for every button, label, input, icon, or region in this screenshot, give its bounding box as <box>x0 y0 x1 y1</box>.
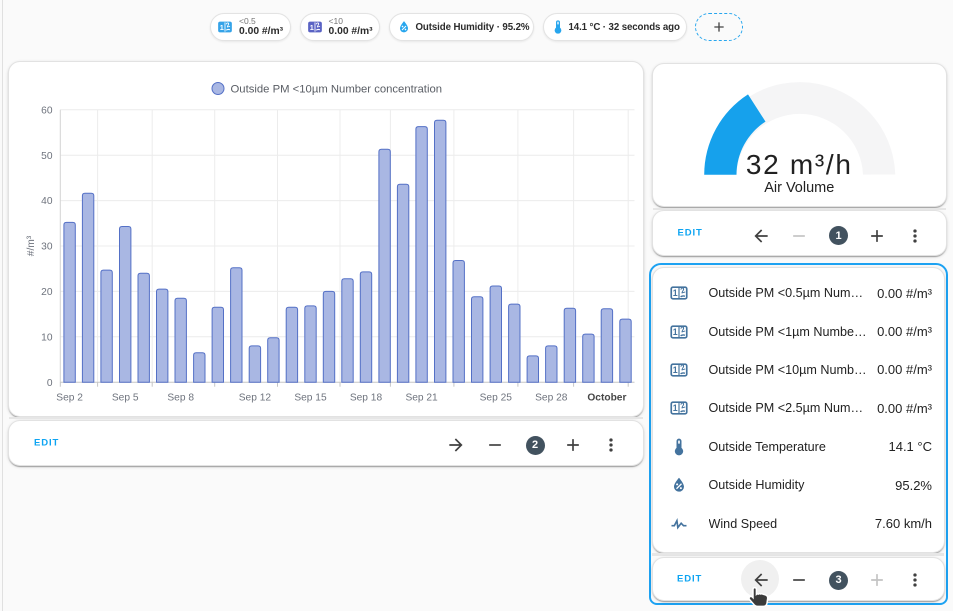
svg-text:20: 20 <box>41 287 53 298</box>
svg-text:30: 30 <box>41 242 53 253</box>
svg-text:Sep 25: Sep 25 <box>480 393 513 404</box>
svg-text:Sep 8: Sep 8 <box>167 393 194 404</box>
svg-text:0: 0 <box>47 378 53 389</box>
svg-text:October: October <box>587 393 626 404</box>
svg-text:50: 50 <box>41 151 53 162</box>
svg-text:Sep 28: Sep 28 <box>535 393 568 404</box>
svg-text:Sep 15: Sep 15 <box>294 393 327 404</box>
svg-text:1: 1 <box>673 404 678 414</box>
svg-text:1: 1 <box>673 327 678 337</box>
svg-text:Sep 21: Sep 21 <box>405 393 438 404</box>
svg-text:Sep 5: Sep 5 <box>112 393 139 404</box>
svg-text:#/m³: #/m³ <box>26 235 37 256</box>
svg-text:1: 1 <box>309 23 313 32</box>
svg-text:1: 1 <box>220 23 224 32</box>
svg-text:60: 60 <box>41 105 53 116</box>
svg-text:Sep 12: Sep 12 <box>239 393 272 404</box>
svg-text:Outside PM <10µm Number concen: Outside PM <10µm Number concentration <box>231 84 443 96</box>
svg-text:Sep 18: Sep 18 <box>350 393 383 404</box>
svg-text:1: 1 <box>673 365 678 375</box>
svg-text:40: 40 <box>41 196 53 207</box>
svg-text:10: 10 <box>41 332 53 343</box>
svg-text:1: 1 <box>673 288 678 298</box>
svg-text:Sep 2: Sep 2 <box>56 393 83 404</box>
